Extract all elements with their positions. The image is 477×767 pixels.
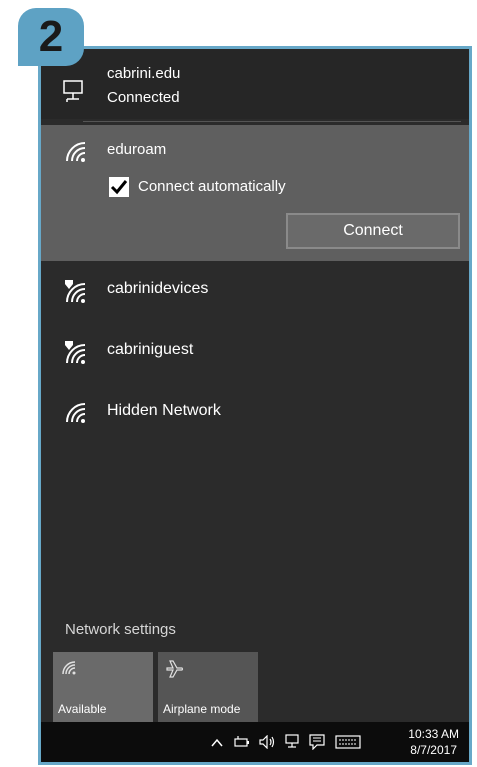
network-icon[interactable] xyxy=(285,734,301,754)
network-settings-link[interactable]: Network settings xyxy=(65,621,176,638)
battery-icon[interactable] xyxy=(234,734,250,753)
wifi-quick-action[interactable]: Available xyxy=(53,652,153,722)
step-badge: 2 xyxy=(18,8,84,66)
wifi-secured-icon xyxy=(63,278,93,310)
keyboard-icon[interactable] xyxy=(335,734,361,753)
divider xyxy=(83,121,461,122)
wifi-secured-icon xyxy=(63,339,93,371)
network-item-cabriniguest[interactable]: cabriniguest xyxy=(41,325,469,379)
wifi-icon xyxy=(63,400,93,430)
network-name: Hidden Network xyxy=(107,402,221,419)
network-name: cabrinidevices xyxy=(107,280,209,297)
airplane-mode-quick-action[interactable]: Airplane mode xyxy=(158,652,258,722)
airplane-icon xyxy=(166,660,184,682)
action-center-icon[interactable] xyxy=(309,734,325,754)
quick-action-label: Airplane mode xyxy=(163,702,241,716)
checkmark-icon xyxy=(110,180,128,195)
network-flyout: cabrini.edu Connected eduroam Connect au… xyxy=(41,49,469,762)
network-item-hidden-network[interactable]: Hidden Network xyxy=(41,386,469,440)
volume-icon[interactable] xyxy=(259,734,277,753)
connect-automatically-checkbox[interactable] xyxy=(109,177,129,197)
network-flyout-frame: cabrini.edu Connected eduroam Connect au… xyxy=(38,46,472,765)
taskbar: 10:33 AM 8/7/2017 xyxy=(41,722,469,762)
network-item-cabrinidevices[interactable]: cabrinidevices xyxy=(41,264,469,318)
network-name: cabriniguest xyxy=(107,341,194,358)
connect-button[interactable]: Connect xyxy=(286,213,460,249)
wired-network-icon xyxy=(62,79,88,109)
wifi-icon xyxy=(61,660,79,680)
connect-automatically-label: Connect automatically xyxy=(138,178,286,195)
quick-action-label: Available xyxy=(58,702,107,716)
chevron-up-icon[interactable] xyxy=(211,734,223,753)
clock[interactable]: 10:33 AM 8/7/2017 xyxy=(408,726,459,758)
current-network-status: Connected xyxy=(107,89,180,106)
clock-time: 10:33 AM xyxy=(408,727,459,741)
current-network[interactable]: cabrini.edu Connected xyxy=(41,49,469,119)
network-item-eduroam[interactable]: eduroam Connect automatically Connect xyxy=(41,125,469,261)
wifi-icon xyxy=(63,139,93,169)
network-name: eduroam xyxy=(107,141,167,158)
clock-date: 8/7/2017 xyxy=(410,743,457,757)
current-network-name: cabrini.edu xyxy=(107,65,181,82)
